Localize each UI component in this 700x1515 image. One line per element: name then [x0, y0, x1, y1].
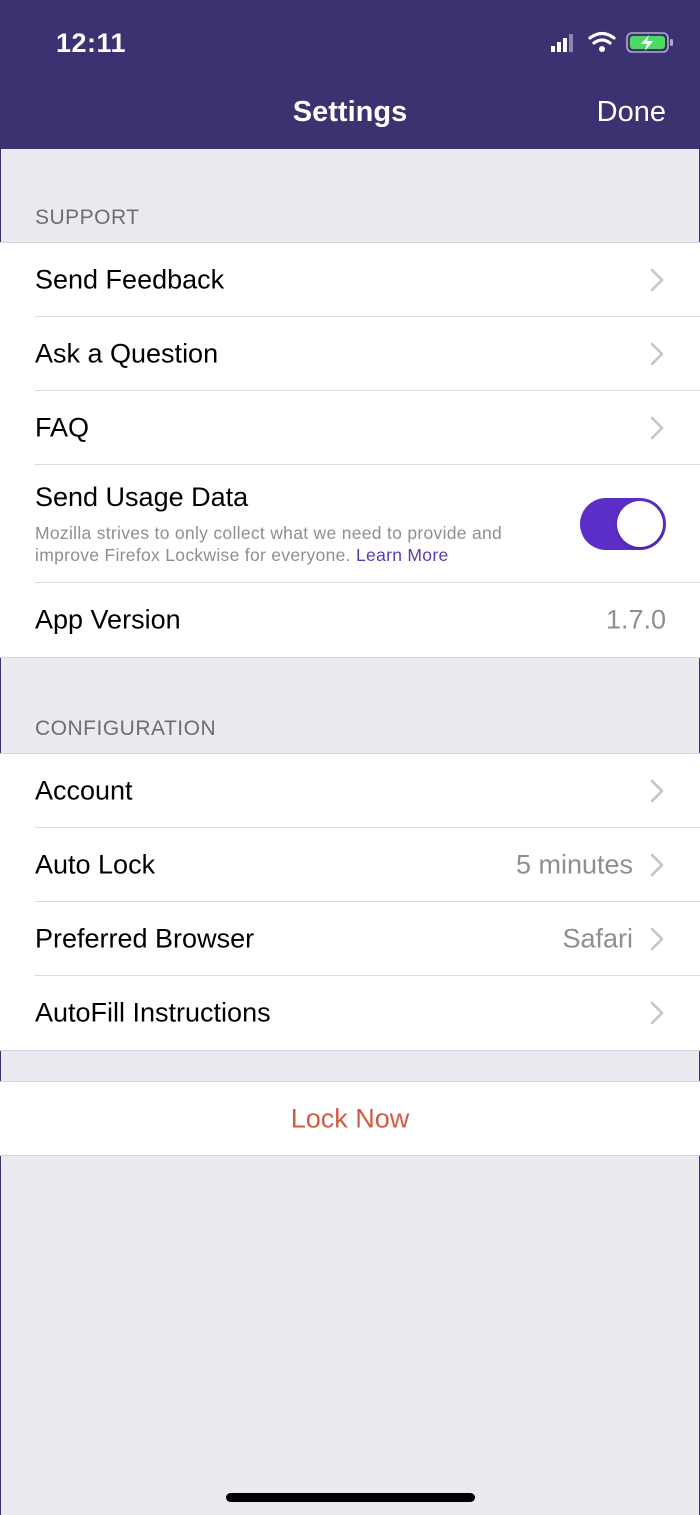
usage-data-title: Send Usage Data: [35, 482, 249, 512]
navigation-bar: 12:11 Settings Done: [0, 0, 700, 149]
row-label: Account: [35, 775, 133, 806]
row-label: FAQ: [35, 412, 90, 443]
usage-data-description: Mozilla strives to only collect what we …: [35, 522, 565, 566]
faq-row[interactable]: FAQ: [0, 391, 700, 465]
chevron-right-icon: [650, 927, 664, 951]
row-label: Send Feedback: [35, 264, 225, 295]
row-label: Preferred Browser: [35, 923, 255, 954]
cellular-signal-icon: [551, 34, 573, 52]
app-version-row: App Version 1.7.0: [0, 583, 700, 657]
done-button[interactable]: Done: [597, 96, 666, 129]
status-time: 12:11: [56, 28, 127, 58]
support-group: Send Feedback Ask a Question FAQ Send Us…: [0, 242, 700, 658]
home-indicator[interactable]: [226, 1493, 475, 1502]
section-header-support: SUPPORT: [35, 206, 140, 229]
chevron-right-icon: [650, 853, 664, 877]
preferred-browser-row[interactable]: Preferred Browser Safari: [0, 902, 700, 976]
toggle-knob: [617, 501, 663, 547]
send-feedback-row[interactable]: Send Feedback: [0, 243, 700, 317]
row-label: AutoFill Instructions: [35, 997, 271, 1028]
auto-lock-row[interactable]: Auto Lock 5 minutes: [0, 828, 700, 902]
row-label: App Version: [35, 604, 181, 635]
row-label: Auto Lock: [35, 849, 156, 880]
app-version-value: 1.7.0: [605, 604, 666, 635]
chevron-right-icon: [650, 779, 664, 803]
chevron-right-icon: [650, 268, 664, 292]
chevron-right-icon: [650, 1001, 664, 1025]
auto-lock-value: 5 minutes: [515, 849, 633, 880]
section-header-configuration: CONFIGURATION: [35, 717, 217, 740]
learn-more-link[interactable]: Learn More: [356, 545, 449, 565]
page-title: Settings: [292, 96, 408, 128]
configuration-group: Account Auto Lock 5 minutes Preferred Br…: [0, 753, 700, 1051]
usage-data-toggle[interactable]: [580, 498, 666, 550]
row-label: Ask a Question: [35, 338, 219, 369]
lock-now-group: Lock Now: [0, 1081, 700, 1156]
status-icons: [551, 31, 673, 53]
ask-question-row[interactable]: Ask a Question: [0, 317, 700, 391]
send-usage-data-row: Send Usage Data Mozilla strives to only …: [0, 465, 700, 583]
chevron-right-icon: [650, 416, 664, 440]
account-row[interactable]: Account: [0, 754, 700, 828]
preferred-browser-value: Safari: [562, 923, 633, 954]
chevron-right-icon: [650, 342, 664, 366]
lock-now-button[interactable]: Lock Now: [0, 1103, 700, 1134]
autofill-instructions-row[interactable]: AutoFill Instructions: [0, 976, 700, 1050]
wifi-icon: [588, 31, 616, 52]
battery-charging-icon: [626, 32, 673, 53]
